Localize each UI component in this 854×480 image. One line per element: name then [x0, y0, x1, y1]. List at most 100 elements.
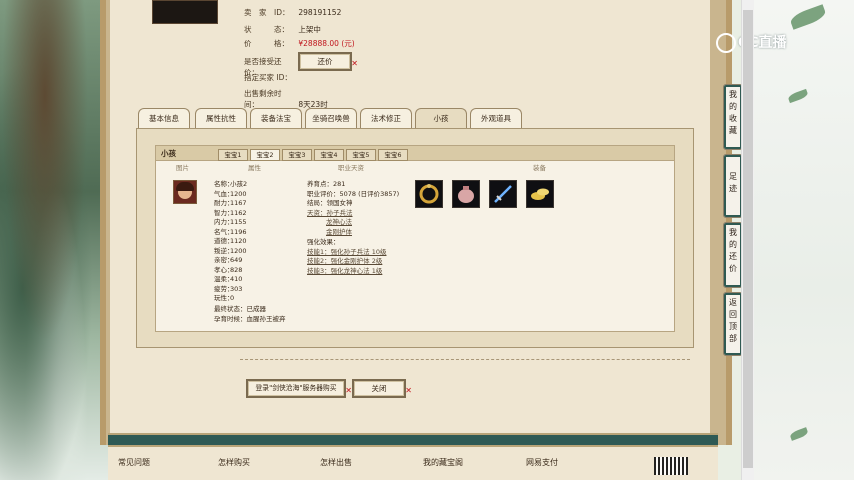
skill-link[interactable]: 技能3：强化龙神心法 1级: [307, 265, 382, 275]
subtab-baby-2[interactable]: 宝宝2: [250, 149, 280, 161]
attr-row: 内力：1155: [214, 216, 247, 226]
subtab-label: 宝宝5: [352, 151, 370, 159]
subtab-baby-6[interactable]: 宝宝6: [378, 149, 408, 161]
side-tab-history[interactable]: 足迹: [723, 154, 743, 218]
attr-row: 智力：1162: [214, 207, 247, 217]
attr-value: 0: [230, 294, 235, 302]
status-value: 上架中: [298, 25, 321, 34]
bracelet-icon[interactable]: [415, 180, 443, 208]
talent-link[interactable]: 金刚护体: [326, 226, 352, 236]
buyer-id-row: 指定买家 ID：: [244, 72, 296, 83]
subtab-label: 宝宝3: [288, 151, 306, 159]
price-value: ¥28888.00 (元): [298, 39, 355, 48]
seller-id-row: 卖 家 ID： 298191152: [244, 7, 341, 18]
attr-row: 亲密：649: [214, 254, 242, 264]
tab-appearance[interactable]: 外观道具: [470, 108, 522, 128]
close-mark-icon: ✕: [345, 386, 352, 395]
scrollbar-thumb[interactable]: [743, 10, 753, 468]
seller-id-label: 卖 家 ID：: [244, 8, 290, 17]
scrollbar[interactable]: [741, 0, 754, 480]
tab-label: 装备法宝: [261, 114, 291, 123]
sword-icon[interactable]: [489, 180, 517, 208]
child-portrait: [173, 180, 197, 204]
tab-equipment[interactable]: 装备法宝: [250, 108, 302, 128]
attr-value: 血腥孙王被弃: [246, 315, 286, 323]
tab-label: 坐骑召唤兽: [312, 114, 350, 123]
gold-ingot-graphic: [531, 188, 549, 200]
attr-row: 气血：1200: [214, 188, 247, 198]
cc-logo-icon: [716, 33, 736, 53]
talent-link[interactable]: 天资：孙子兵法: [307, 207, 353, 217]
close-button[interactable]: 关闭 ✕: [352, 379, 412, 398]
subtab-baby-1[interactable]: 宝宝1: [218, 149, 248, 161]
column-header-aptitude: 职业天资: [338, 164, 364, 172]
attr-key: 耐力：: [214, 199, 234, 207]
attr-key: 内力：: [214, 218, 234, 226]
close-mark-icon: ✕: [351, 59, 358, 68]
footer-link-netease-pay[interactable]: 网易支付: [526, 457, 558, 468]
attr-key: 玩性：: [214, 294, 234, 302]
sword-graphic: [494, 185, 512, 203]
status-label: 状 态：: [244, 25, 289, 34]
attr-row: 最终状态：已成器: [214, 303, 266, 313]
side-tab-favorites[interactable]: 我的收藏: [723, 84, 743, 150]
tab-child[interactable]: 小孩: [415, 108, 467, 128]
enhance-label: 强化效果：: [307, 238, 340, 246]
skill-link[interactable]: 技能2：强化金刚护体 2级: [307, 255, 382, 265]
attr-row: 名气：1196: [214, 226, 247, 236]
qr-code: [654, 457, 688, 475]
bargain-button-label: 还价: [317, 57, 333, 66]
attr-row: 道德：1120: [214, 235, 247, 245]
tab-label: 法术修正: [371, 114, 401, 123]
attr-key: 孕育时候：: [214, 315, 247, 323]
status-row: 状 态： 上架中: [244, 24, 321, 35]
attr-row: 孝心：828: [214, 264, 242, 274]
attr-key: 疲劳：: [214, 284, 234, 293]
attr-key: 智力：: [214, 208, 234, 217]
subtab-baby-3[interactable]: 宝宝3: [282, 149, 312, 161]
attr-row: 玩性：0: [214, 292, 234, 302]
talent-link[interactable]: 龙神心法: [326, 216, 352, 226]
background-scenery-left: [0, 0, 112, 480]
tab-label: 基本信息: [149, 114, 179, 123]
attr-key: 气血：: [214, 189, 234, 198]
footer-link-how-to-buy[interactable]: 怎样购买: [218, 457, 250, 468]
ending: 结局：领国女神: [307, 199, 353, 207]
tab-label: 小孩: [433, 114, 449, 123]
pouch-icon[interactable]: [452, 180, 480, 208]
skill-link[interactable]: 技能1：强化孙子兵法 10级: [307, 246, 386, 256]
subtab-baby-5[interactable]: 宝宝5: [346, 149, 376, 161]
background-scenery-right: [744, 0, 854, 480]
side-tab-back-to-top[interactable]: 返回顶部: [723, 292, 743, 356]
subtab-label: 宝宝2: [256, 151, 274, 159]
gold-ingot-icon[interactable]: [526, 180, 554, 208]
bargain-button[interactable]: 还价 ✕: [298, 52, 358, 71]
attr-row: 孕育时候：血腥孙王被弃: [214, 313, 286, 323]
attr-key: 名气：: [214, 227, 234, 236]
login-to-buy-button[interactable]: 登录"剑侠沧海"服务器购买 ✕: [246, 379, 352, 398]
footer-link-my-treasure[interactable]: 我的藏宝阁: [423, 457, 463, 468]
login-to-buy-label: 登录"剑侠沧海"服务器购买: [255, 384, 337, 392]
time-left-row: 出售剩余时间： 8天23时: [244, 88, 328, 110]
tab-basic-info[interactable]: 基本信息: [138, 108, 190, 128]
subtab-label: 宝宝1: [224, 151, 242, 159]
subtab-baby-4[interactable]: 宝宝4: [314, 149, 344, 161]
child-panel: 小孩 宝宝1 宝宝2 宝宝3 宝宝4 宝宝5 宝宝6 图片 属性 职业天资 装备…: [155, 145, 675, 332]
price-row: 价 格： ¥28888.00 (元): [244, 38, 355, 49]
attr-row: 耐力：1167: [214, 197, 247, 207]
tab-spells[interactable]: 法术修正: [360, 108, 412, 128]
career-rating: 职业评价：5078 (日评价3857): [307, 189, 400, 198]
tab-mounts[interactable]: 坐骑召唤兽: [305, 108, 357, 128]
footer-link-how-to-sell[interactable]: 怎样出售: [320, 457, 352, 468]
character-thumbnail: [152, 0, 218, 24]
tab-attributes[interactable]: 属性抗性: [195, 108, 247, 128]
child-hair: [176, 182, 194, 191]
side-tab-my-bargain[interactable]: 我的还价: [723, 222, 743, 288]
tab-label: 外观道具: [481, 114, 511, 123]
column-header-attributes: 属性: [248, 164, 261, 172]
footer-link-faq[interactable]: 常见问题: [118, 457, 150, 468]
attr-value: 已成器: [246, 305, 267, 313]
child-panel-title: 小孩: [161, 149, 176, 158]
column-header-image: 图片: [176, 164, 189, 172]
seller-id-value: 298191152: [298, 8, 342, 17]
